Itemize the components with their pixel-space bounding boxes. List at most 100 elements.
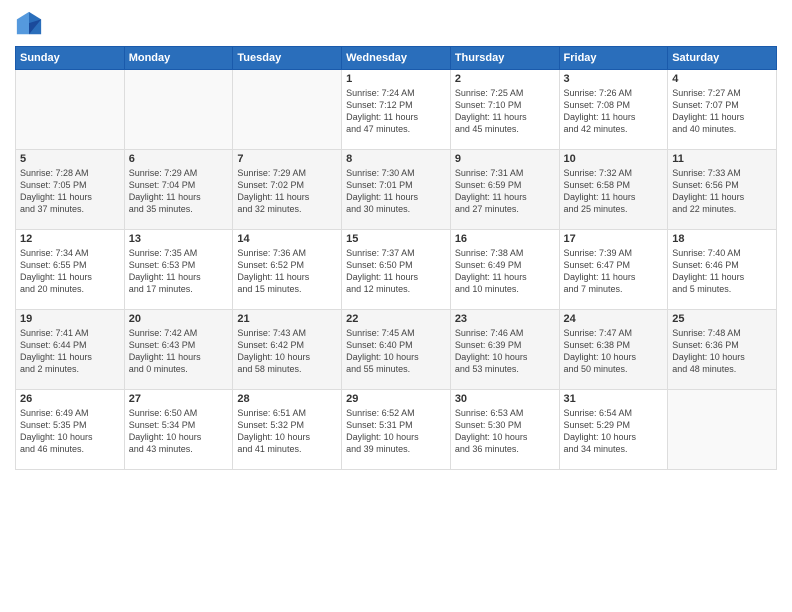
weekday-header-monday: Monday	[124, 47, 233, 70]
day-info: Sunrise: 6:54 AM Sunset: 5:29 PM Dayligh…	[564, 407, 664, 456]
weekday-header-saturday: Saturday	[668, 47, 777, 70]
day-number: 13	[129, 233, 229, 245]
calendar-cell: 22Sunrise: 7:45 AM Sunset: 6:40 PM Dayli…	[342, 310, 451, 390]
calendar-cell: 31 Sunrise: 6:54 AM Sunset: 5:29 PM Dayli…	[559, 390, 668, 470]
calendar-cell: 28 Sunrise: 6:51 AM Sunset: 5:32 PM Dayli…	[233, 390, 342, 470]
day-number: 6	[129, 153, 229, 165]
day-number: 10	[564, 153, 664, 165]
calendar-cell: 4 Sunrise: 7:27 AM Sunset: 7:07 PM Daylig…	[668, 70, 777, 150]
day-number: 28	[237, 393, 337, 405]
day-info: Sunrise: 7:31 AM Sunset: 6:59 PM Dayligh…	[455, 167, 555, 216]
day-info: Sunrise: 7:37 AM Sunset: 6:50 PM Dayligh…	[346, 247, 446, 296]
day-info: Sunrise: 6:53 AM Sunset: 5:30 PM Dayligh…	[455, 407, 555, 456]
day-info: Sunrise: 7:43 AM Sunset: 6:42 PM Dayligh…	[237, 327, 337, 376]
calendar-cell: 15Sunrise: 7:37 AM Sunset: 6:50 PM Dayli…	[342, 230, 451, 310]
day-info: Sunrise: 6:51 AM Sunset: 5:32 PM Dayligh…	[237, 407, 337, 456]
day-number: 23	[455, 313, 555, 325]
calendar-page: SundayMondayTuesdayWednesdayThursdayFrid…	[0, 0, 792, 612]
day-info: Sunrise: 7:29 AM Sunset: 7:02 PM Dayligh…	[237, 167, 337, 216]
day-info: Sunrise: 7:27 AM Sunset: 7:07 PM Dayligh…	[672, 87, 772, 136]
calendar-cell: 23 Sunrise: 7:46 AM Sunset: 6:39 PM Dayli…	[450, 310, 559, 390]
day-info: Sunrise: 7:47 AM Sunset: 6:38 PM Dayligh…	[564, 327, 664, 376]
calendar-cell: 30 Sunrise: 6:53 AM Sunset: 5:30 PM Dayli…	[450, 390, 559, 470]
calendar-week-2: 12 Sunrise: 7:34 AM Sunset: 6:55 PM Dayli…	[16, 230, 777, 310]
day-number: 20	[129, 313, 229, 325]
calendar-cell: 6 Sunrise: 7:29 AM Sunset: 7:04 PM Daylig…	[124, 150, 233, 230]
day-info: Sunrise: 7:36 AM Sunset: 6:52 PM Dayligh…	[237, 247, 337, 296]
logo-icon	[15, 10, 43, 38]
day-number: 27	[129, 393, 229, 405]
day-info: Sunrise: 7:28 AM Sunset: 7:05 PM Dayligh…	[20, 167, 120, 216]
calendar-table: SundayMondayTuesdayWednesdayThursdayFrid…	[15, 46, 777, 470]
day-info: Sunrise: 7:34 AM Sunset: 6:55 PM Dayligh…	[20, 247, 120, 296]
logo	[15, 10, 47, 38]
calendar-cell: 2Sunrise: 7:25 AM Sunset: 7:10 PM Daylig…	[450, 70, 559, 150]
day-number: 14	[237, 233, 337, 245]
day-info: Sunrise: 7:41 AM Sunset: 6:44 PM Dayligh…	[20, 327, 120, 376]
weekday-header-sunday: Sunday	[16, 47, 125, 70]
day-number: 18	[672, 233, 772, 245]
calendar-cell: 10 Sunrise: 7:32 AM Sunset: 6:58 PM Dayli…	[559, 150, 668, 230]
day-info: Sunrise: 7:35 AM Sunset: 6:53 PM Dayligh…	[129, 247, 229, 296]
calendar-cell: 9 Sunrise: 7:31 AM Sunset: 6:59 PM Daylig…	[450, 150, 559, 230]
day-number: 22	[346, 313, 446, 325]
calendar-week-0: 1 Sunrise: 7:24 AM Sunset: 7:12 PM Daylig…	[16, 70, 777, 150]
weekday-header-thursday: Thursday	[450, 47, 559, 70]
day-number: 9	[455, 153, 555, 165]
day-number: 17	[564, 233, 664, 245]
day-info: Sunrise: 7:46 AM Sunset: 6:39 PM Dayligh…	[455, 327, 555, 376]
day-info: Sunrise: 6:50 AM Sunset: 5:34 PM Dayligh…	[129, 407, 229, 456]
day-info: Sunrise: 7:33 AM Sunset: 6:56 PM Dayligh…	[672, 167, 772, 216]
day-info: Sunrise: 7:26 AM Sunset: 7:08 PM Dayligh…	[564, 87, 664, 136]
day-info: Sunrise: 7:48 AM Sunset: 6:36 PM Dayligh…	[672, 327, 772, 376]
day-number: 3	[564, 73, 664, 85]
day-number: 7	[237, 153, 337, 165]
day-number: 11	[672, 153, 772, 165]
calendar-cell: 7 Sunrise: 7:29 AM Sunset: 7:02 PM Daylig…	[233, 150, 342, 230]
calendar-cell	[124, 70, 233, 150]
calendar-cell: 16Sunrise: 7:38 AM Sunset: 6:49 PM Dayli…	[450, 230, 559, 310]
calendar-cell: 17 Sunrise: 7:39 AM Sunset: 6:47 PM Dayli…	[559, 230, 668, 310]
calendar-cell: 24 Sunrise: 7:47 AM Sunset: 6:38 PM Dayli…	[559, 310, 668, 390]
day-info: Sunrise: 7:25 AM Sunset: 7:10 PM Dayligh…	[455, 87, 555, 136]
calendar-cell	[16, 70, 125, 150]
weekday-header-row: SundayMondayTuesdayWednesdayThursdayFrid…	[16, 47, 777, 70]
weekday-header-friday: Friday	[559, 47, 668, 70]
calendar-cell: 25Sunrise: 7:48 AM Sunset: 6:36 PM Dayli…	[668, 310, 777, 390]
calendar-cell: 3 Sunrise: 7:26 AM Sunset: 7:08 PM Daylig…	[559, 70, 668, 150]
day-number: 26	[20, 393, 120, 405]
day-info: Sunrise: 7:39 AM Sunset: 6:47 PM Dayligh…	[564, 247, 664, 296]
calendar-cell: 18Sunrise: 7:40 AM Sunset: 6:46 PM Dayli…	[668, 230, 777, 310]
calendar-cell	[233, 70, 342, 150]
day-info: Sunrise: 6:52 AM Sunset: 5:31 PM Dayligh…	[346, 407, 446, 456]
day-number: 5	[20, 153, 120, 165]
calendar-cell: 13 Sunrise: 7:35 AM Sunset: 6:53 PM Dayli…	[124, 230, 233, 310]
day-number: 30	[455, 393, 555, 405]
calendar-cell: 1 Sunrise: 7:24 AM Sunset: 7:12 PM Daylig…	[342, 70, 451, 150]
day-number: 31	[564, 393, 664, 405]
day-number: 24	[564, 313, 664, 325]
day-info: Sunrise: 7:32 AM Sunset: 6:58 PM Dayligh…	[564, 167, 664, 216]
day-info: Sunrise: 6:49 AM Sunset: 5:35 PM Dayligh…	[20, 407, 120, 456]
calendar-cell: 5 Sunrise: 7:28 AM Sunset: 7:05 PM Daylig…	[16, 150, 125, 230]
day-number: 16	[455, 233, 555, 245]
weekday-header-tuesday: Tuesday	[233, 47, 342, 70]
day-number: 19	[20, 313, 120, 325]
day-info: Sunrise: 7:29 AM Sunset: 7:04 PM Dayligh…	[129, 167, 229, 216]
day-number: 4	[672, 73, 772, 85]
calendar-week-1: 5 Sunrise: 7:28 AM Sunset: 7:05 PM Daylig…	[16, 150, 777, 230]
calendar-cell: 20Sunrise: 7:42 AM Sunset: 6:43 PM Dayli…	[124, 310, 233, 390]
day-number: 1	[346, 73, 446, 85]
day-number: 8	[346, 153, 446, 165]
day-info: Sunrise: 7:24 AM Sunset: 7:12 PM Dayligh…	[346, 87, 446, 136]
calendar-cell: 12 Sunrise: 7:34 AM Sunset: 6:55 PM Dayli…	[16, 230, 125, 310]
calendar-cell: 26 Sunrise: 6:49 AM Sunset: 5:35 PM Dayli…	[16, 390, 125, 470]
calendar-week-3: 19 Sunrise: 7:41 AM Sunset: 6:44 PM Dayli…	[16, 310, 777, 390]
day-number: 21	[237, 313, 337, 325]
weekday-header-wednesday: Wednesday	[342, 47, 451, 70]
day-number: 12	[20, 233, 120, 245]
calendar-cell: 29 Sunrise: 6:52 AM Sunset: 5:31 PM Dayli…	[342, 390, 451, 470]
calendar-cell: 11 Sunrise: 7:33 AM Sunset: 6:56 PM Dayli…	[668, 150, 777, 230]
calendar-cell: 19 Sunrise: 7:41 AM Sunset: 6:44 PM Dayli…	[16, 310, 125, 390]
day-number: 29	[346, 393, 446, 405]
